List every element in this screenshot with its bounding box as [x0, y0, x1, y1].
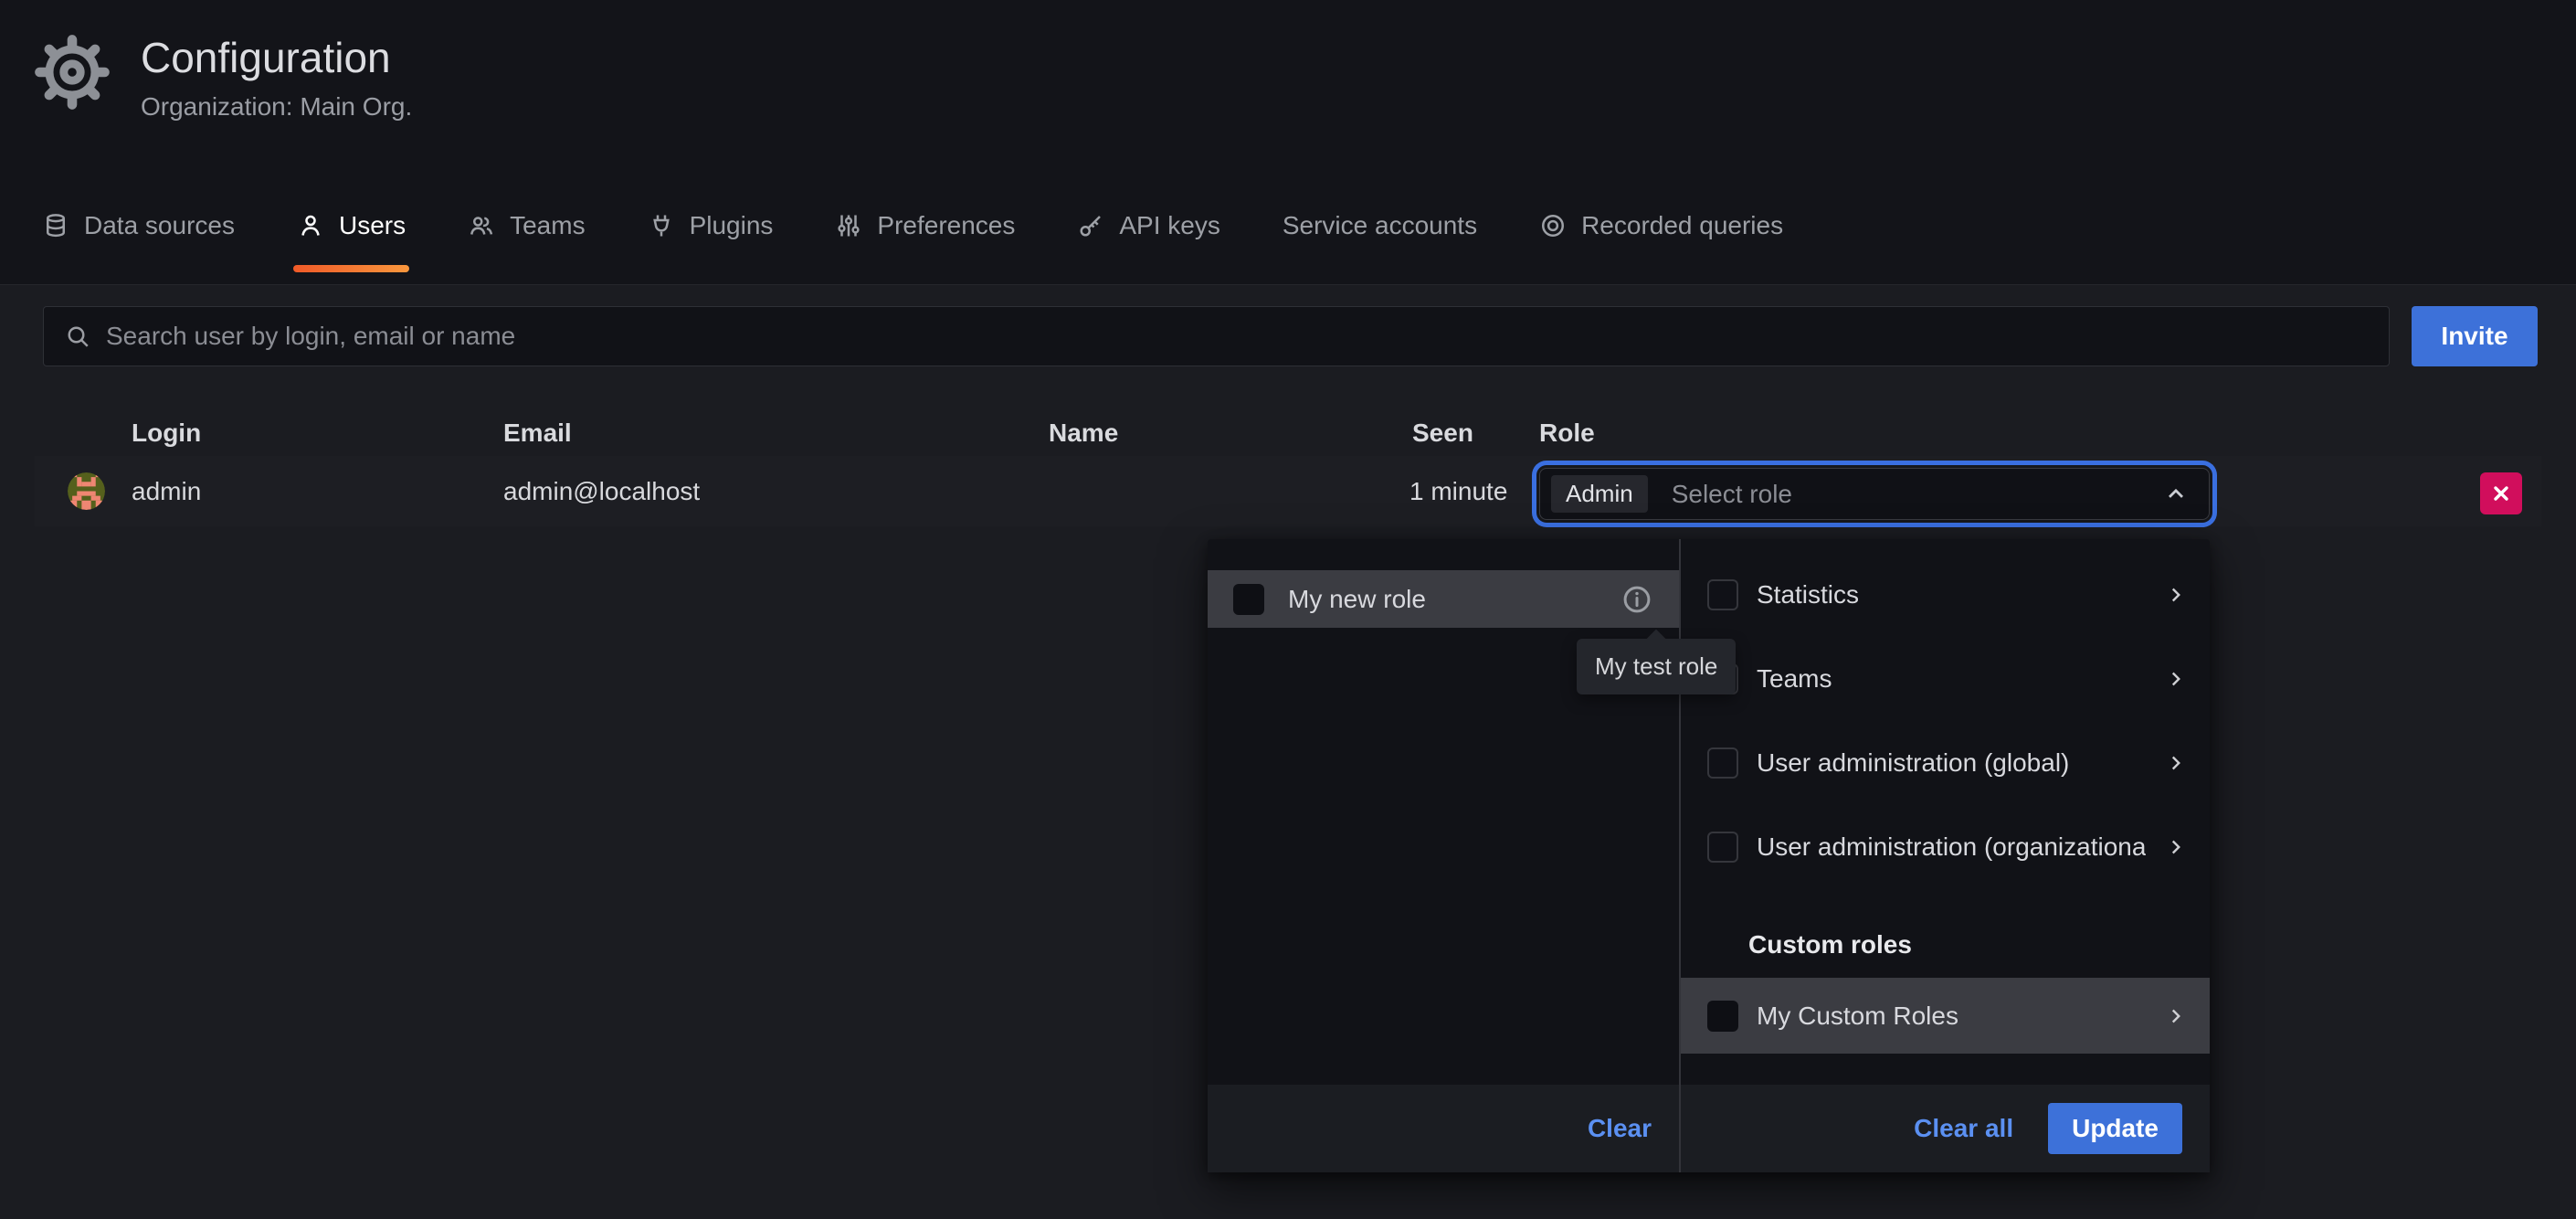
role-group-my-custom-roles[interactable]: My Custom Roles [1681, 978, 2210, 1054]
tab-label: Data sources [84, 211, 235, 240]
tab-recorded-queries[interactable]: Recorded queries [1536, 181, 1787, 280]
role-dropdown-right-panel: Statistics Teams User administ [1681, 539, 2210, 1172]
tab-label: Recorded queries [1581, 211, 1783, 240]
search-bar [43, 306, 2390, 366]
table-row: admin admin@localhost 1 minute Admin Sel… [35, 456, 2541, 526]
users-icon [468, 212, 495, 239]
page-header: Configuration Organization: Main Org. [35, 33, 412, 122]
cell-email: admin@localhost [503, 456, 700, 526]
tab-label: API keys [1119, 211, 1219, 240]
page-subtitle: Organization: Main Org. [141, 92, 412, 122]
x-icon [2490, 482, 2512, 504]
custom-roles-header: Custom roles [1748, 930, 1912, 959]
panel-divider [1679, 539, 1681, 1172]
invite-button[interactable]: Invite [2412, 306, 2538, 366]
role-dropdown: My new role My test role Clear Statistic… [1208, 539, 2210, 1172]
tab-label: Service accounts [1283, 211, 1477, 240]
plug-icon [648, 212, 675, 239]
role-group-label: User administration (organizational) [1757, 832, 2146, 862]
role-group-teams[interactable]: Teams [1681, 650, 2210, 708]
tab-api-keys[interactable]: API keys [1073, 181, 1223, 280]
chevron-right-icon [2164, 667, 2188, 691]
search-icon [64, 323, 91, 350]
tooltip: My test role [1577, 639, 1736, 694]
role-group-label: User administration (global) [1757, 748, 2146, 778]
role-group-statistics[interactable]: Statistics [1681, 566, 2210, 624]
role-option-my-new-role[interactable]: My new role [1208, 570, 1679, 628]
tab-data-sources[interactable]: Data sources [38, 181, 238, 280]
tab-teams[interactable]: Teams [464, 181, 588, 280]
search-input[interactable] [106, 307, 2389, 366]
user-icon [297, 212, 324, 239]
sliders-icon [835, 212, 862, 239]
tab-service-accounts[interactable]: Service accounts [1279, 181, 1481, 280]
column-role: Role [1539, 419, 1595, 448]
page-titles: Configuration Organization: Main Org. [141, 33, 412, 122]
checkbox-my-custom-roles[interactable] [1707, 1001, 1738, 1032]
tab-label: Teams [510, 211, 585, 240]
clear-button[interactable]: Clear [1588, 1114, 1652, 1143]
page-title: Configuration [141, 33, 412, 83]
chevron-right-icon [2164, 835, 2188, 859]
role-dropdown-left-panel: My new role My test role Clear [1208, 539, 1679, 1172]
chevron-right-icon [2164, 1004, 2188, 1028]
info-icon[interactable] [1621, 583, 1653, 616]
key-icon [1077, 212, 1104, 239]
role-picker-placeholder: Select role [1672, 480, 2139, 509]
chevron-right-icon [2164, 751, 2188, 775]
column-login: Login [132, 419, 201, 448]
tab-bar: Data sources Users Teams [38, 181, 1787, 280]
checkbox-user-administration-organizational[interactable] [1707, 832, 1738, 863]
column-seen: Seen [1412, 419, 1473, 448]
role-badge: Admin [1551, 475, 1648, 513]
tab-label: Preferences [877, 211, 1015, 240]
database-icon [42, 212, 69, 239]
role-option-label: My new role [1288, 585, 1597, 614]
gear-icon [35, 35, 110, 122]
checkbox-my-new-role[interactable] [1233, 584, 1264, 615]
chevron-right-icon [2164, 583, 2188, 607]
left-panel-footer: Clear [1208, 1085, 1679, 1172]
avatar [68, 472, 105, 510]
tab-label: Plugins [690, 211, 774, 240]
checkbox-user-administration-global[interactable] [1707, 747, 1738, 779]
clear-all-button[interactable]: Clear all [1914, 1114, 2013, 1143]
configuration-page: Configuration Organization: Main Org. Da… [0, 0, 2576, 1219]
column-name: Name [1049, 419, 1118, 448]
cell-seen: 1 minute [1409, 456, 1507, 526]
delete-user-button[interactable] [2480, 472, 2522, 514]
tab-label: Users [339, 211, 406, 240]
tab-preferences[interactable]: Preferences [831, 181, 1019, 280]
right-panel-footer: Clear all Update [1681, 1085, 2210, 1172]
role-picker[interactable]: Admin Select role [1539, 468, 2210, 520]
role-group-user-administration-global[interactable]: User administration (global) [1681, 734, 2210, 792]
update-button[interactable]: Update [2048, 1103, 2182, 1154]
role-group-label: My Custom Roles [1757, 1002, 2146, 1031]
tab-plugins[interactable]: Plugins [644, 181, 777, 280]
column-email: Email [503, 419, 572, 448]
tab-users[interactable]: Users [293, 181, 409, 280]
record-icon [1539, 212, 1567, 239]
role-group-label: Teams [1757, 664, 2146, 694]
role-group-label: Statistics [1757, 580, 2146, 610]
checkbox-statistics[interactable] [1707, 579, 1738, 610]
chevron-up-icon [2163, 482, 2189, 507]
cell-login: admin [132, 456, 201, 526]
role-group-user-administration-organizational[interactable]: User administration (organizational) [1681, 818, 2210, 876]
